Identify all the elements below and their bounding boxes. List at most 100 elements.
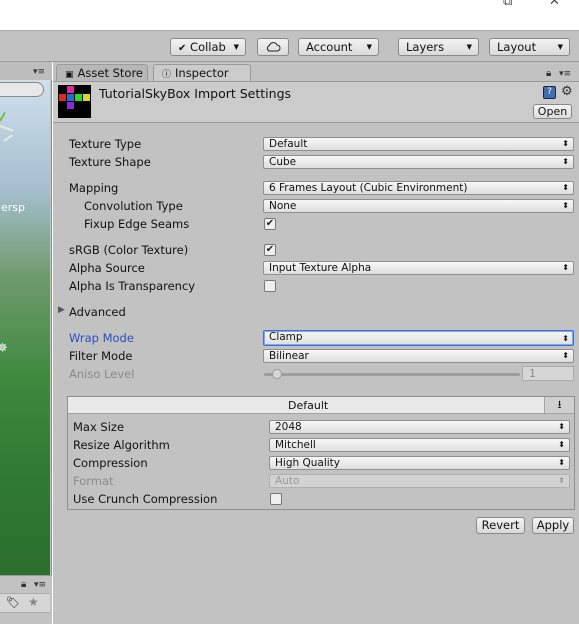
collab-label: Collab [190, 40, 226, 54]
compression-dropdown[interactable]: High Quality ⬍ [269, 456, 570, 470]
fixup-edge-seams-checkbox[interactable]: ✔ [264, 218, 276, 230]
lock-icon[interactable]: 🔒︎ [546, 68, 551, 79]
tag-icon[interactable]: 🏷︎ [6, 596, 20, 609]
panel-menu-icon[interactable]: ▾≡ [34, 580, 46, 590]
aniso-level-field[interactable]: 1 [522, 366, 574, 381]
collab-button[interactable]: ✔ Collab ▼ [170, 38, 246, 56]
check-circle-icon: ✔ [178, 43, 187, 54]
tab-default-platform[interactable]: Default [288, 399, 328, 412]
gear-icon[interactable]: ⚙ [561, 84, 573, 99]
alpha-source-value: Input Texture Alpha [269, 262, 372, 274]
layout-dropdown[interactable]: Layout ▼ [489, 38, 570, 56]
dropdown-arrow-icon: ⬍ [558, 422, 565, 431]
use-crunch-checkbox[interactable] [270, 493, 282, 505]
alpha-is-transparency-label: Alpha Is Transparency [69, 279, 196, 293]
dropdown-arrow-icon: ⬍ [562, 139, 569, 148]
sun-icon: ✵ [0, 341, 8, 356]
scene-search-field[interactable] [0, 82, 44, 97]
srgb-checkbox[interactable]: ✔ [264, 244, 276, 256]
gizmo-axis [0, 125, 14, 132]
format-label: Format [73, 474, 114, 488]
checkmark-icon: ✔ [265, 244, 275, 255]
tab-inspector[interactable]: ⓘ Inspector [153, 64, 251, 81]
project-toolbar: 🏷︎ ★ [0, 593, 50, 613]
srgb-label: sRGB (Color Texture) [69, 243, 189, 257]
popout-icon[interactable]: ⧉ [503, 0, 512, 9]
platform-settings: Default ⭳ Max Size 2048 ⬍ Resize Algorith… [67, 396, 575, 510]
apply-button[interactable]: Apply [532, 517, 574, 534]
bag-icon: ▣ [65, 70, 74, 80]
layers-dropdown[interactable]: Layers ▼ [398, 38, 479, 56]
dropdown-arrow-icon: ▼ [366, 43, 372, 51]
cloud-icon [266, 42, 281, 52]
scene-panel: ▾≡ ersp ✵ 🔒︎ ▾≡ 🏷︎ ★ [0, 62, 52, 624]
foldout-arrow-icon[interactable]: ▶ [58, 305, 65, 315]
dropdown-arrow-icon: ⬍ [558, 440, 565, 449]
alpha-source-dropdown[interactable]: Input Texture Alpha ⬍ [263, 261, 574, 275]
texture-type-dropdown[interactable]: Default ⬍ [263, 137, 574, 151]
tab-asset-store[interactable]: ▣ Asset Store [56, 64, 148, 81]
alpha-is-transparency-checkbox[interactable] [264, 280, 276, 292]
star-icon[interactable]: ★ [28, 595, 39, 609]
dropdown-arrow-icon: ▼ [233, 43, 239, 51]
filter-mode-value: Bilinear [269, 350, 309, 362]
dropdown-arrow-icon: ⬍ [558, 458, 565, 467]
resize-algorithm-label: Resize Algorithm [73, 438, 170, 452]
inspector-header: TutorialSkyBox Import Settings ? ⚙ Open [53, 81, 579, 123]
texture-shape-dropdown[interactable]: Cube ⬍ [263, 155, 574, 169]
inspector-panel: ▣ Asset Store ⓘ Inspector 🔒︎ ▾≡ TutorialSk… [53, 62, 579, 624]
gizmo-axis [3, 134, 13, 142]
max-size-value: 2048 [275, 421, 302, 433]
persp-label[interactable]: ersp [1, 201, 25, 214]
format-dropdown: Auto ⬍ [269, 474, 570, 488]
use-crunch-label: Use Crunch Compression [73, 492, 218, 506]
dropdown-arrow-icon: ⬍ [562, 157, 569, 166]
resize-algorithm-dropdown[interactable]: Mitchell ⬍ [269, 438, 570, 452]
panel-menu-icon[interactable]: ▾≡ [33, 67, 45, 77]
revert-button[interactable]: Revert [476, 517, 525, 534]
aniso-level-slider-thumb[interactable] [272, 369, 282, 379]
texture-shape-value: Cube [269, 156, 297, 168]
scene-viewport[interactable]: ersp ✵ [0, 80, 50, 575]
filter-mode-dropdown[interactable]: Bilinear ⬍ [263, 349, 574, 363]
wrap-mode-value: Clamp [269, 331, 303, 343]
dropdown-arrow-icon: ⬍ [562, 351, 569, 360]
layers-label: Layers [406, 40, 445, 54]
open-button[interactable]: Open [533, 104, 572, 119]
account-dropdown[interactable]: Account ▼ [298, 38, 379, 56]
tab-inspector-label: Inspector [175, 66, 229, 80]
texture-type-label: Texture Type [69, 137, 142, 151]
asset-title: TutorialSkyBox Import Settings [99, 86, 292, 101]
dropdown-arrow-icon: ⬍ [562, 334, 569, 343]
close-icon[interactable]: ✕ [549, 0, 560, 9]
cubemap-preview-icon [58, 85, 91, 118]
project-panel: 🔒︎ ▾≡ 🏷︎ ★ [0, 575, 52, 624]
dropdown-arrow-icon: ⬍ [558, 476, 565, 485]
convolution-type-dropdown[interactable]: None ⬍ [263, 199, 574, 213]
compression-label: Compression [73, 456, 148, 470]
download-icon[interactable]: ⭳ [544, 397, 574, 413]
max-size-label: Max Size [73, 420, 125, 434]
mapping-dropdown[interactable]: 6 Frames Layout (Cubic Environment) ⬍ [263, 181, 574, 195]
max-size-dropdown[interactable]: 2048 ⬍ [269, 420, 570, 434]
info-icon: ⓘ [162, 70, 172, 80]
dropdown-arrow-icon: ▼ [557, 43, 563, 51]
advanced-foldout-label[interactable]: Advanced [69, 305, 126, 319]
dropdown-arrow-icon: ▼ [466, 43, 472, 51]
lock-icon[interactable]: 🔒︎ [21, 579, 26, 590]
convolution-type-label: Convolution Type [84, 199, 183, 213]
texture-type-value: Default [269, 138, 308, 150]
panel-menu-icon[interactable]: ▾≡ [559, 69, 571, 79]
window-titlebar: ⧉ ✕ [0, 0, 579, 31]
wrap-mode-dropdown[interactable]: Clamp ⬍ [263, 330, 574, 346]
resize-algorithm-value: Mitchell [275, 439, 316, 451]
account-label: Account [306, 40, 353, 54]
wrap-mode-label: Wrap Mode [69, 331, 134, 345]
filter-mode-label: Filter Mode [69, 349, 133, 363]
cloud-button[interactable] [257, 38, 289, 56]
help-book-icon[interactable]: ? [543, 86, 556, 99]
aniso-level-slider-track[interactable] [264, 373, 520, 376]
alpha-source-label: Alpha Source [69, 261, 145, 275]
compression-value: High Quality [275, 457, 340, 469]
texture-thumbnail [58, 85, 91, 118]
